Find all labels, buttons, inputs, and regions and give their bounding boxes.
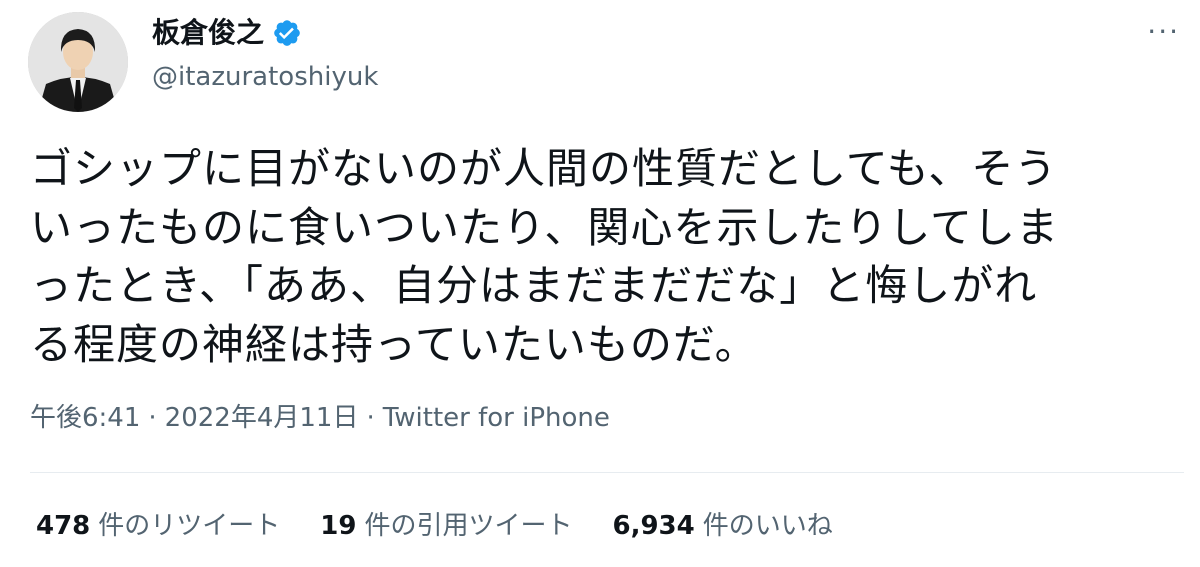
tweet-stats: 478 件のリツイート 19 件の引用ツイート 6,934 件のいいね: [36, 506, 833, 546]
retweets-stat[interactable]: 478 件のリツイート: [36, 506, 280, 546]
like-count: 6,934: [612, 511, 695, 541]
meta-separator: ·: [148, 403, 157, 433]
avatar-photo: [28, 12, 128, 112]
author-name-row[interactable]: 板倉俊之: [152, 16, 302, 50]
tweet-source[interactable]: Twitter for iPhone: [383, 398, 610, 438]
tweet-date[interactable]: 2022年4月11日: [165, 398, 359, 438]
divider: [30, 472, 1184, 473]
retweet-count: 478: [36, 511, 91, 541]
more-options-button[interactable]: ···: [1147, 18, 1180, 46]
like-label: 件のいいね: [702, 511, 833, 541]
retweet-label: 件のリツイート: [98, 511, 281, 541]
quote-count: 19: [320, 511, 357, 541]
verified-badge-icon: [272, 18, 302, 48]
tweet-meta: 午後6:41 · 2022年4月11日 · Twitter for iPhone: [30, 398, 610, 438]
meta-separator: ·: [366, 403, 375, 433]
likes-stat[interactable]: 6,934 件のいいね: [613, 506, 833, 546]
tweet-text: ゴシップに目がないのが人間の性質だとしても、そう いったものに食いついたり、関心…: [30, 144, 1060, 369]
quote-label: 件の引用ツイート: [364, 511, 573, 541]
display-name[interactable]: 板倉俊之: [152, 16, 264, 50]
author-handle[interactable]: @itazuratoshiyuk: [152, 60, 378, 94]
quotes-stat[interactable]: 19 件の引用ツイート: [320, 506, 572, 546]
avatar[interactable]: [28, 12, 128, 112]
tweet-time[interactable]: 午後6:41: [30, 398, 140, 438]
